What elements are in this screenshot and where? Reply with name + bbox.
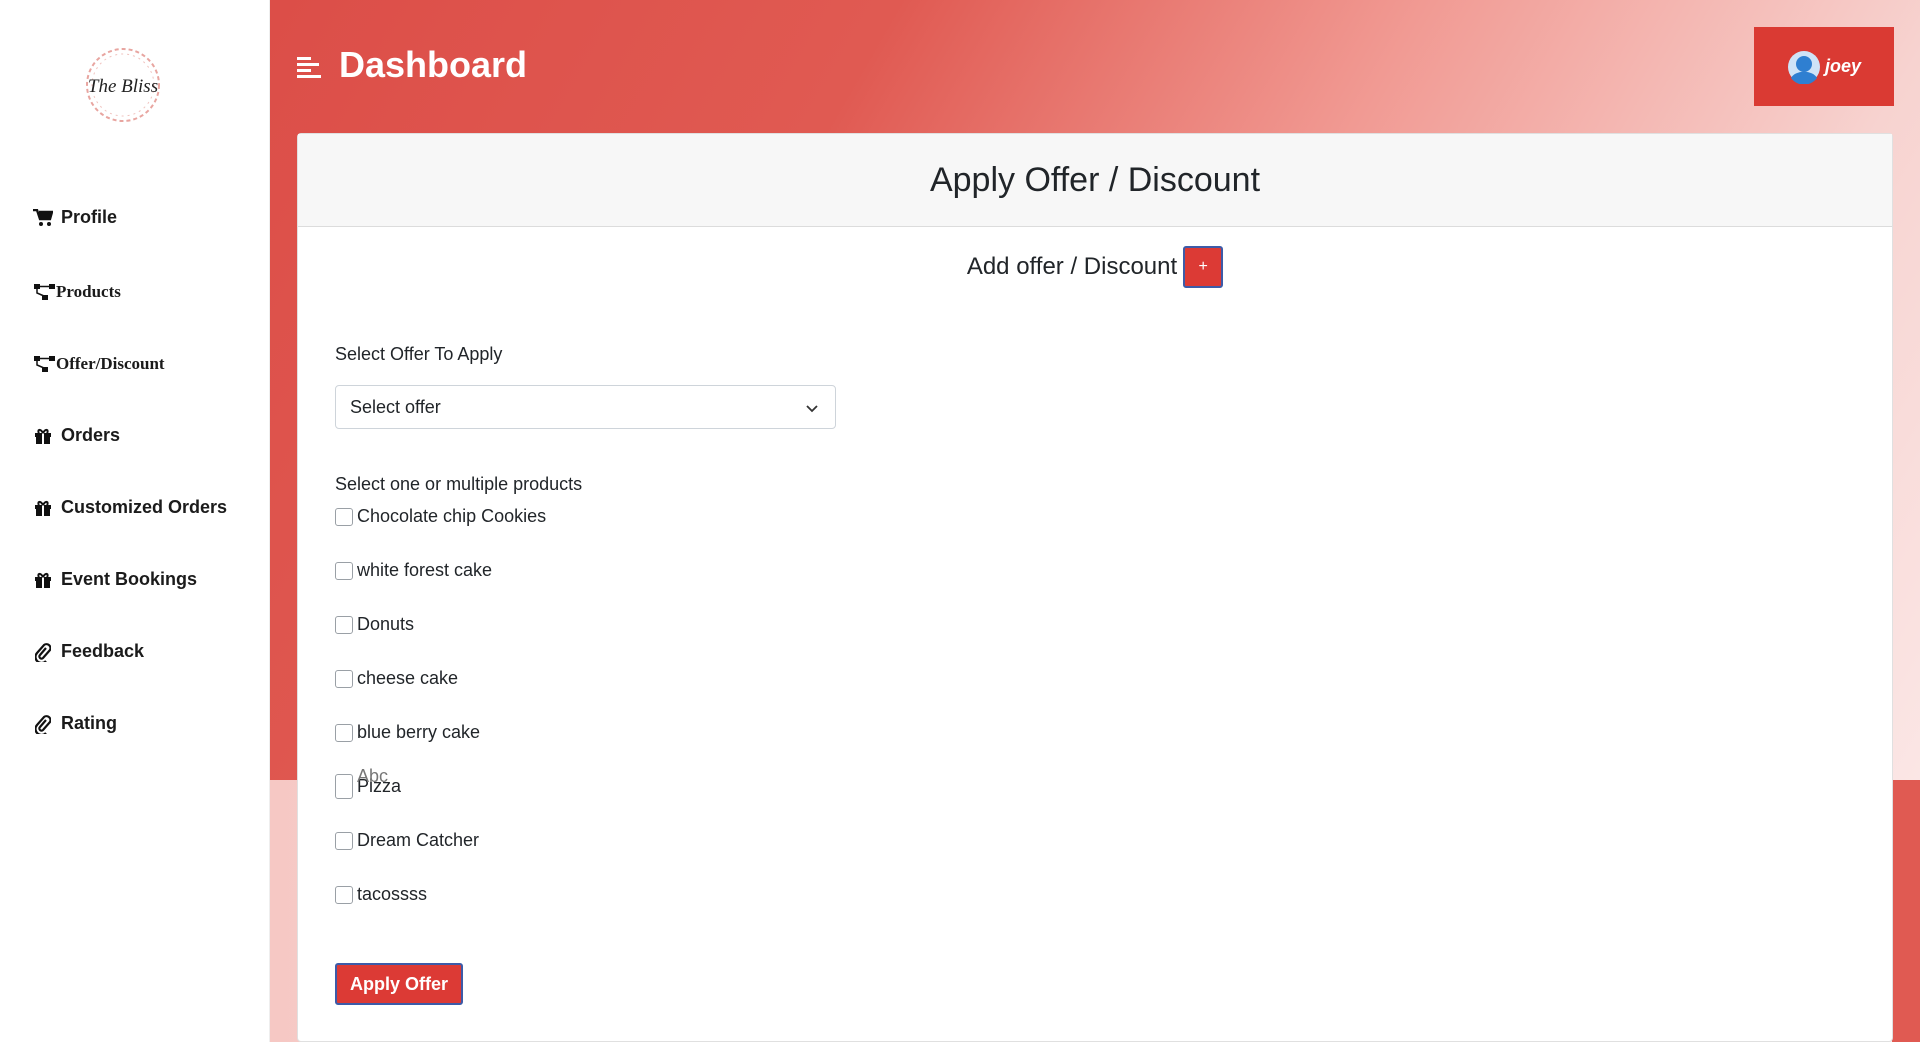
paperclip-icon [33, 642, 53, 662]
product-checkbox[interactable] [335, 669, 353, 688]
list-item: Dream Catcher [335, 830, 479, 851]
product-name: white forest cake [357, 560, 493, 580]
list-item: white forest cake [335, 560, 492, 581]
sidebar-item-label: Feedback [61, 641, 145, 661]
sidebar-item-products[interactable]: Products [33, 282, 121, 302]
sidebar-item-label: Orders [61, 425, 121, 445]
product-name: Dream Catcher [357, 830, 480, 850]
product-checkbox[interactable] [335, 723, 353, 742]
offer-card: Apply Offer / Discount Add offer / Disco… [297, 133, 1893, 1042]
product-name: Donuts [357, 614, 415, 634]
sidebar-item-orders[interactable]: Orders [33, 425, 120, 446]
list-item: cheese cake [335, 668, 458, 689]
page-title: Dashboard [339, 44, 528, 85]
product-checkbox[interactable] [335, 507, 353, 526]
product-name: blue berry cake [357, 722, 481, 742]
sidebar-item-label: Profile [61, 207, 118, 227]
user-menu-button[interactable]: joey [1754, 27, 1894, 106]
list-item: blue berry cake [335, 722, 480, 743]
sidebar-item-label: Rating [61, 713, 117, 733]
add-offer-label: Add offer / Discount [966, 253, 1178, 280]
product-name: Chocolate chip Cookies [357, 506, 547, 526]
product-name: tacossss [357, 884, 428, 904]
product-name: cheese cake [357, 668, 459, 688]
sidebar-item-label: Event Bookings [61, 569, 198, 589]
logo-text: The Bliss [88, 76, 158, 97]
sitemap-icon [33, 354, 56, 374]
product-checkbox[interactable] [335, 885, 353, 904]
brand-logo[interactable]: The Bliss [78, 44, 168, 126]
list-item: Chocolate chip Cookies [335, 506, 546, 527]
product-checkbox[interactable] [335, 831, 353, 850]
sidebar-item-label: Offer/Discount [56, 354, 165, 373]
card-header: Apply Offer / Discount [298, 134, 1892, 227]
product-checkbox[interactable] [335, 774, 353, 799]
offer-select[interactable]: Select offer [335, 385, 836, 429]
sidebar-item-label: Products [56, 282, 121, 301]
user-name: joey [1824, 56, 1862, 76]
gift-icon [33, 426, 53, 446]
chevron-down-icon [805, 400, 819, 414]
list-item: Donuts [335, 614, 414, 635]
sitemap-icon [33, 282, 56, 302]
sidebar-item-offer-discount[interactable]: Offer/Discount [33, 354, 165, 374]
sidebar-item-profile[interactable]: Profile [33, 207, 117, 228]
cart-icon [33, 208, 53, 228]
menu-icon[interactable] [297, 56, 323, 80]
list-item: tacossss [335, 884, 427, 905]
sidebar-item-event-bookings[interactable]: Event Bookings [33, 569, 197, 590]
product-name-overlapped: Abc [357, 766, 389, 786]
product-checkbox[interactable] [335, 615, 353, 634]
gift-icon [33, 498, 53, 518]
paperclip-icon [33, 714, 53, 734]
sidebar-item-rating[interactable]: Rating [33, 713, 117, 734]
right-accent-strip [1892, 780, 1920, 1042]
sidebar-item-feedback[interactable]: Feedback [33, 641, 144, 662]
apply-offer-button[interactable]: Apply Offer [335, 963, 463, 1005]
sidebar-item-label: Customized Orders [61, 497, 228, 517]
add-offer-button[interactable]: + [1183, 246, 1224, 288]
gift-icon [33, 570, 53, 590]
overlapping-product-names: Abc Pizza [357, 766, 401, 797]
list-item: Abc Pizza [335, 766, 401, 799]
products-label: Select one or multiple products [335, 474, 583, 494]
sidebar-item-customized-orders[interactable]: Customized Orders [33, 497, 227, 518]
offer-select-value: Select offer [350, 396, 441, 417]
add-offer-row: Add offer / Discount + [298, 246, 1892, 288]
sidebar: The Bliss Profile Products Offer/Discoun… [0, 0, 270, 1042]
user-avatar-icon [1787, 50, 1821, 85]
card-title: Apply Offer / Discount [929, 160, 1261, 199]
product-checkbox[interactable] [335, 561, 353, 580]
select-offer-label: Select Offer To Apply [335, 344, 503, 364]
